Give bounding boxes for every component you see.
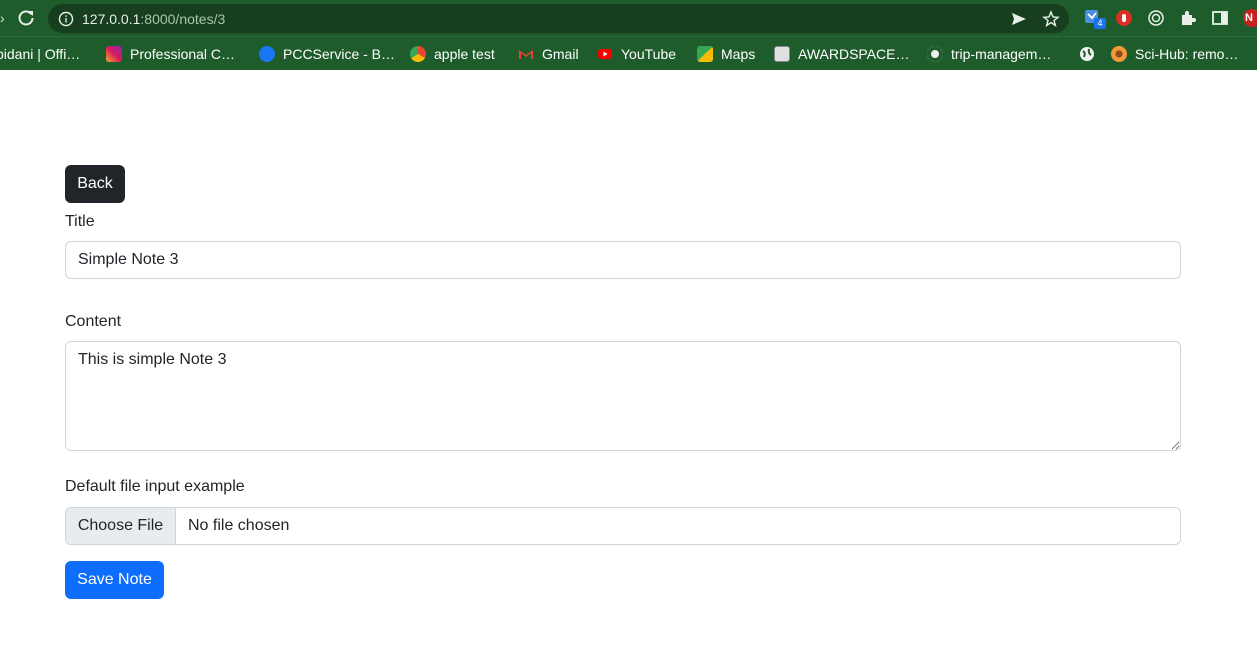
address-bar[interactable]: 127.0.0.1:8000/notes/3 xyxy=(48,4,1069,33)
content-label: Content xyxy=(65,313,122,330)
save-note-button[interactable]: Save Note xyxy=(65,561,164,599)
choose-file-button[interactable]: Choose File xyxy=(66,508,176,544)
content-textarea[interactable]: This is simple Note 3 xyxy=(65,341,1181,451)
url-text[interactable]: 127.0.0.1:8000/notes/3 xyxy=(82,11,225,27)
bookmark-label: Sci-Hub: remo… xyxy=(1135,46,1239,62)
bookmark-label: bidani | Offi… xyxy=(0,46,81,62)
site-info-icon[interactable] xyxy=(58,11,74,27)
puzzle-extensions-icon[interactable] xyxy=(1179,9,1197,27)
youtube-icon xyxy=(598,49,612,59)
bookmark-label: Maps xyxy=(721,46,756,62)
bookmark-item[interactable]: Maps xyxy=(697,44,755,64)
awardspace-icon xyxy=(774,46,790,62)
bookmark-item[interactable] xyxy=(1079,44,1103,64)
reload-icon[interactable] xyxy=(16,8,36,28)
github-icon xyxy=(927,46,943,62)
bookmark-item[interactable]: YouTube xyxy=(597,44,676,64)
extension-badge: 4 xyxy=(1094,18,1106,29)
bookmark-label: YouTube xyxy=(621,46,677,62)
bookmark-item[interactable]: bidani | Offi… xyxy=(0,44,80,64)
browser-toolbar: › 127.0.0.1:8000/notes/3 4 N xyxy=(0,0,1257,36)
bookmarks-bar: bidani | Offi… Professional C… PCCServic… xyxy=(0,36,1257,70)
bookmark-item[interactable]: Sci-Hub: remo… xyxy=(1111,44,1238,64)
title-label: Title xyxy=(65,213,95,230)
scihub-icon xyxy=(1111,46,1127,62)
facebook-icon xyxy=(259,46,275,62)
globe-icon xyxy=(1080,47,1094,61)
bookmark-label: AWARDSPACE… xyxy=(798,46,910,62)
hand-extension-icon[interactable] xyxy=(1115,9,1133,27)
bookmark-label: PCCService - B… xyxy=(283,46,396,62)
side-panel-icon[interactable] xyxy=(1211,9,1229,27)
bookmark-item[interactable]: Gmail xyxy=(518,44,579,64)
bookmark-label: Gmail xyxy=(542,46,579,62)
file-input-label: Default file input example xyxy=(65,478,245,495)
bookmark-label: Professional C… xyxy=(130,46,236,62)
file-status-text: No file chosen xyxy=(188,517,290,534)
send-icon[interactable] xyxy=(1010,10,1028,28)
bookmark-item[interactable]: PCCService - B… xyxy=(259,44,395,64)
bookmark-label: trip-managem… xyxy=(951,46,1052,62)
profile-avatar[interactable]: N xyxy=(1243,9,1257,27)
gmail-icon xyxy=(519,50,533,59)
instagram-icon xyxy=(106,46,122,62)
bookmark-item[interactable]: Professional C… xyxy=(106,44,235,64)
back-button[interactable]: Back xyxy=(65,165,125,203)
bookmark-item[interactable]: apple test xyxy=(410,44,495,64)
bookmark-label: apple test xyxy=(434,46,495,62)
star-icon[interactable] xyxy=(1042,10,1060,28)
extension-counter-icon[interactable]: 4 xyxy=(1084,9,1106,29)
maps-icon xyxy=(697,46,713,62)
file-input[interactable]: Choose File No file chosen xyxy=(65,507,1181,545)
forward-icon[interactable]: › xyxy=(0,11,6,25)
bookmark-item[interactable]: trip-managem… xyxy=(927,44,1051,64)
target-extension-icon[interactable] xyxy=(1147,9,1165,27)
bookmark-item[interactable]: AWARDSPACE… xyxy=(774,44,910,64)
chrome-icon xyxy=(410,46,426,62)
title-input[interactable] xyxy=(65,241,1181,279)
